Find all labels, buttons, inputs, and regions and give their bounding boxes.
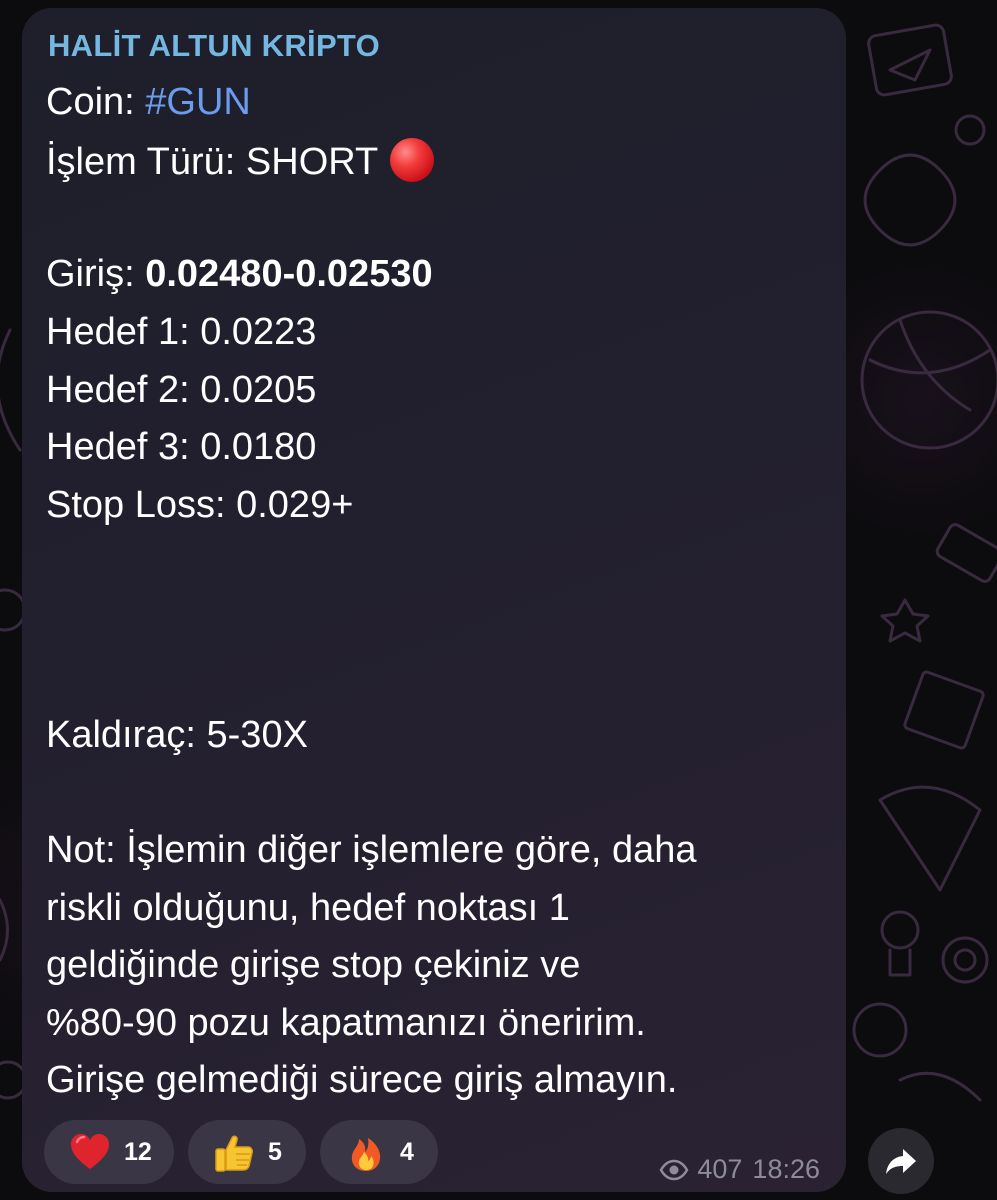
trade-type-text: İşlem Türü: SHORT <box>46 141 379 183</box>
forward-button[interactable] <box>868 1128 934 1194</box>
message-time: 18:26 <box>752 1154 820 1184</box>
reaction-thumbs-up[interactable]: 5 <box>188 1120 306 1184</box>
note-line: Girişe gelmediği sürece giriş almayın. <box>46 1059 678 1101</box>
note-line: Not: İşlemin diğer işlemlere göre, daha <box>46 829 697 871</box>
coin-label: Coin: <box>46 81 146 123</box>
note-line: %80-90 pozu kapatmanızı öneririm. <box>46 1002 646 1044</box>
reaction-count: 5 <box>268 1137 282 1166</box>
fire-icon <box>351 1138 381 1171</box>
reaction-heart[interactable]: 12 <box>44 1120 174 1184</box>
entry-value: 0.02480-0.02530 <box>145 253 433 295</box>
heart-icon <box>71 1134 109 1169</box>
stop-loss-line: Stop Loss: 0.029+ <box>46 484 354 526</box>
reaction-count: 4 <box>400 1137 414 1166</box>
message-meta: 407 18:26 <box>659 1154 820 1185</box>
eye-icon <box>659 1159 689 1180</box>
leverage-line: Kaldıraç: 5-30X <box>46 714 308 756</box>
target-3-line: Hedef 3: 0.0180 <box>46 426 317 468</box>
red-circle-icon <box>390 138 435 182</box>
note-line: geldiğinde girişe stop çekiniz ve <box>46 944 581 986</box>
channel-name[interactable]: HALİT ALTUN KRİPTO <box>48 28 380 64</box>
forward-arrow-icon <box>886 1149 916 1174</box>
thumbs-up-icon <box>215 1135 253 1172</box>
reaction-count: 12 <box>124 1137 152 1166</box>
entry-label: Giriş: <box>46 253 146 295</box>
entry-line: Giriş: 0.02480-0.02530 <box>46 252 433 296</box>
target-1-line: Hedef 1: 0.0223 <box>46 311 317 353</box>
target-2-line: Hedef 2: 0.0205 <box>46 369 317 411</box>
view-count: 407 <box>697 1154 743 1184</box>
trade-type-line: İşlem Türü: SHORT <box>46 138 435 184</box>
reaction-fire[interactable]: 4 <box>320 1120 438 1184</box>
coin-hashtag-link[interactable]: #GUN <box>145 81 251 123</box>
coin-line: Coin: #GUN <box>46 80 251 124</box>
note-line: riskli olduğunu, hedef noktası 1 <box>46 887 570 929</box>
message-bubble: HALİT ALTUN KRİPTO Coin: #GUN İşlem Türü… <box>22 8 846 1192</box>
